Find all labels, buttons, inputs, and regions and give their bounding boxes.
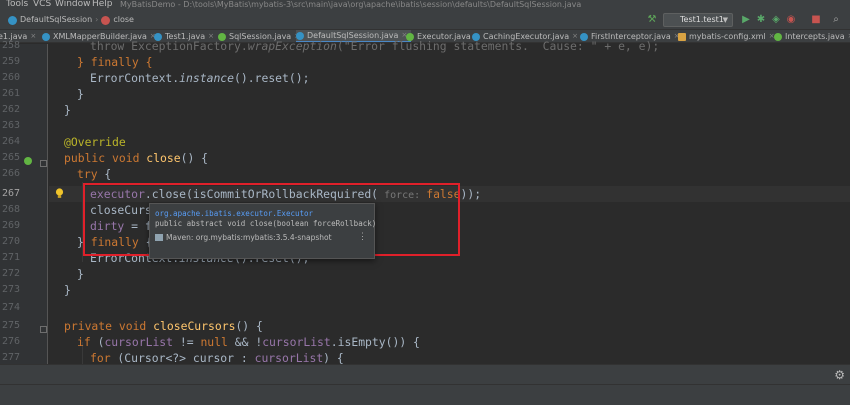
line-number: 258 bbox=[1, 40, 20, 51]
line-number: 275 bbox=[1, 320, 20, 331]
popup-library: Maven: org.mybatis:mybatis:3.5.4-snapsho… bbox=[155, 233, 332, 242]
run-icon[interactable]: ▶ bbox=[740, 14, 752, 26]
code-line-265: public void close() { bbox=[64, 151, 209, 165]
code-line-276: if (cursorList != null && !cursorList.is… bbox=[77, 335, 420, 349]
breadcrumb-method[interactable]: close bbox=[113, 14, 134, 26]
line-number: 264 bbox=[1, 136, 20, 147]
hammer-icon[interactable]: ⚒ bbox=[646, 14, 658, 26]
code-line-260: ErrorContext.instance().reset(); bbox=[90, 71, 310, 85]
xml-file-icon bbox=[678, 32, 686, 41]
close-icon[interactable]: × bbox=[30, 30, 36, 42]
annotation-icon bbox=[774, 32, 782, 41]
line-number: 261 bbox=[1, 88, 20, 99]
line-number: 265 bbox=[1, 152, 20, 163]
popup-maven-label: Maven: org.mybatis:mybatis:3.5.4-snapsho… bbox=[166, 233, 332, 242]
code-line-273: } bbox=[64, 283, 71, 297]
code-line-264: @Override bbox=[64, 135, 126, 149]
navigation-bar: DefaultSqlSession › close ⚒ Test1.test1 … bbox=[0, 10, 850, 30]
menu-tools[interactable]: Tools bbox=[6, 0, 28, 9]
stop-icon[interactable]: ■ bbox=[810, 14, 822, 26]
gear-icon[interactable]: ⚙ bbox=[834, 368, 845, 382]
tab-mybatis-config[interactable]: mybatis-config.xml × bbox=[678, 30, 775, 42]
implements-marker-icon[interactable] bbox=[24, 157, 32, 165]
menu-vcs[interactable]: VCS bbox=[33, 0, 51, 9]
line-number: 266 bbox=[1, 168, 20, 179]
debug-icon[interactable]: ✱ bbox=[755, 14, 767, 26]
popup-package[interactable]: org.apache.ibatis.executor.Executor bbox=[155, 209, 313, 218]
menu-window[interactable]: Window bbox=[55, 0, 91, 9]
class-icon bbox=[42, 32, 50, 41]
code-line-275: private void closeCursors() { bbox=[64, 319, 263, 333]
more-options-icon[interactable]: ⋮ bbox=[358, 232, 367, 242]
lightbulb-icon[interactable] bbox=[55, 188, 64, 199]
code-line-262: } bbox=[64, 103, 71, 117]
line-number: 273 bbox=[1, 284, 20, 295]
chevron-down-icon: ▼ bbox=[722, 16, 728, 24]
quick-documentation-popup[interactable]: org.apache.ibatis.executor.Executor publ… bbox=[149, 203, 377, 259]
breadcrumb-separator-icon: › bbox=[95, 15, 99, 24]
tab-label: Intercepts.java bbox=[785, 32, 845, 41]
line-number: 271 bbox=[1, 252, 20, 263]
run-configuration-label: Test1.test1 bbox=[680, 15, 724, 24]
line-number: 259 bbox=[1, 56, 20, 67]
line-number: 270 bbox=[1, 236, 20, 247]
tab-label: mybatis-config.xml bbox=[689, 32, 766, 41]
fold-icon[interactable] bbox=[40, 326, 47, 333]
breadcrumb-class[interactable]: DefaultSqlSession bbox=[20, 14, 92, 26]
search-icon[interactable]: ⌕ bbox=[830, 14, 842, 26]
status-bar bbox=[0, 384, 850, 405]
code-line-261: } bbox=[77, 87, 84, 101]
bottom-panel: ⚙ bbox=[0, 364, 850, 384]
code-line-266: try { bbox=[77, 167, 112, 181]
breadcrumb: DefaultSqlSession › close bbox=[8, 14, 134, 26]
profile-icon[interactable]: ◉ bbox=[785, 14, 797, 26]
line-number: 274 bbox=[1, 302, 20, 313]
code-line-258: throw ExceptionFactory.wrapException("Er… bbox=[90, 39, 660, 53]
window-title: MyBatisDemo - D:\tools\MyBatis\mybatis-3… bbox=[120, 0, 582, 9]
coverage-icon[interactable]: ◈ bbox=[770, 14, 782, 26]
line-number: 267 bbox=[1, 188, 20, 199]
class-icon bbox=[8, 15, 17, 25]
line-number: 260 bbox=[1, 72, 20, 83]
fold-icon[interactable] bbox=[40, 160, 47, 167]
library-icon bbox=[155, 234, 163, 241]
code-line-259: } finally { bbox=[77, 55, 153, 69]
code-line-272: } bbox=[77, 267, 84, 281]
line-number: 276 bbox=[1, 336, 20, 347]
line-number: 272 bbox=[1, 268, 20, 279]
run-configuration-select[interactable]: Test1.test1 ▼ bbox=[663, 13, 733, 27]
method-icon bbox=[101, 15, 111, 25]
line-number: 268 bbox=[1, 204, 20, 215]
line-number: 262 bbox=[1, 104, 20, 115]
menu-help[interactable]: Help bbox=[92, 0, 113, 9]
tab-intercepts[interactable]: Intercepts.java× bbox=[774, 30, 850, 42]
menu-bar: Tools VCS Window Help MyBatisDemo - D:\t… bbox=[0, 0, 850, 10]
line-number: 269 bbox=[1, 220, 20, 231]
code-editor[interactable]: 258 259 260 261 262 263 264 265 266 267 … bbox=[0, 39, 850, 365]
popup-signature: public abstract void close(boolean force… bbox=[155, 219, 377, 228]
line-number: 263 bbox=[1, 120, 20, 131]
